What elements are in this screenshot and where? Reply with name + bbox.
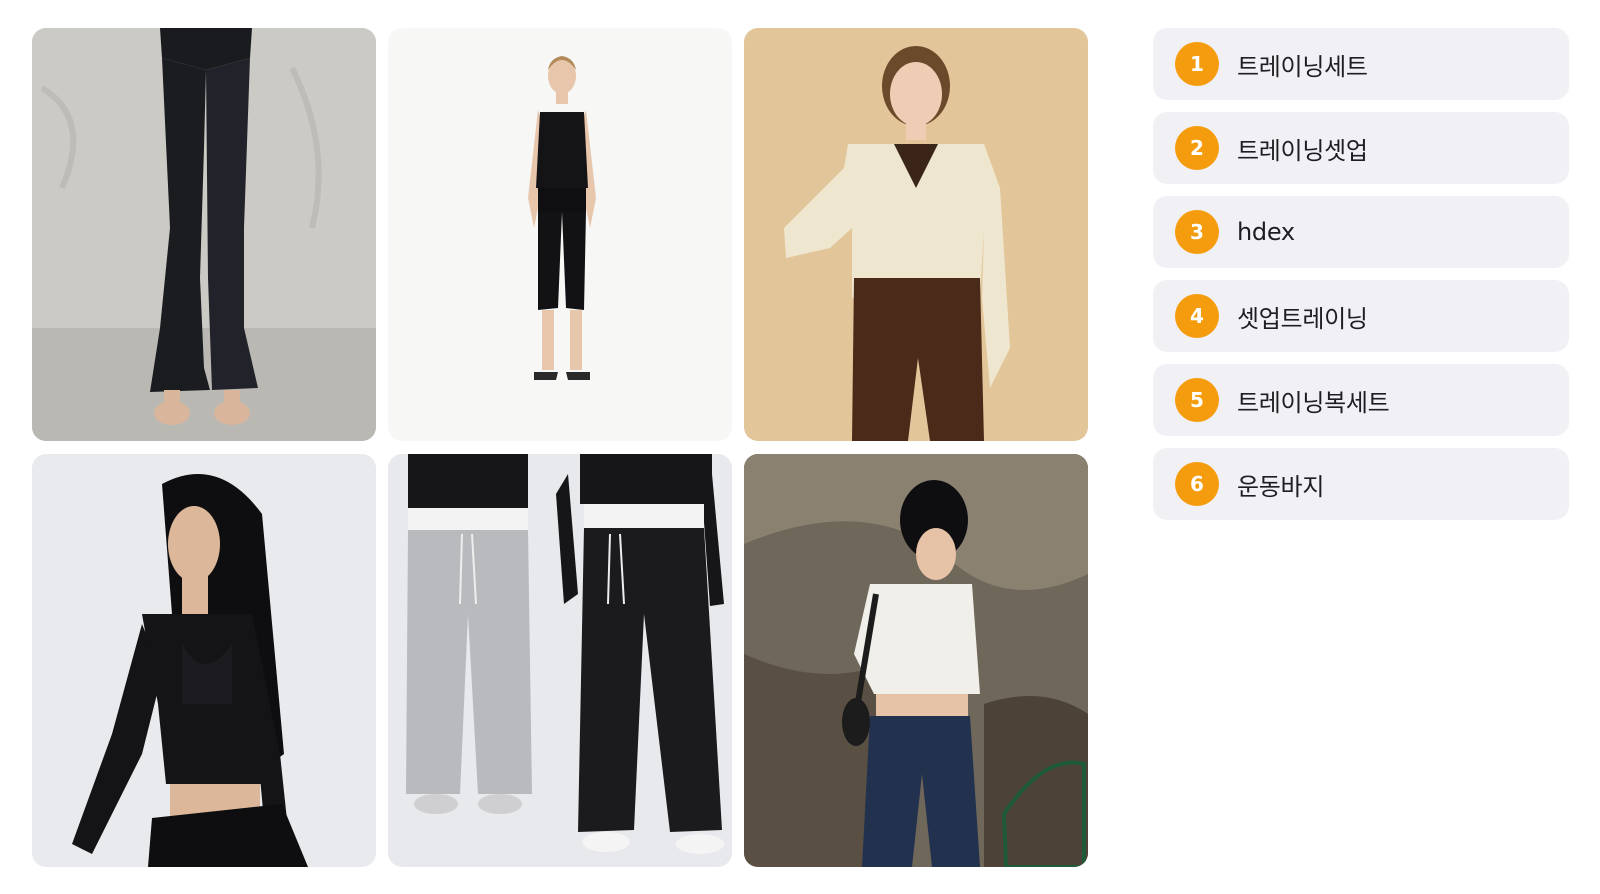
product-image-flare-leggings[interactable] bbox=[32, 28, 376, 441]
product-image-grid bbox=[32, 28, 1096, 867]
keyword-label: 트레이닝복세트 bbox=[1237, 388, 1390, 417]
rank-badge: 4 bbox=[1175, 294, 1219, 338]
sweatpants-photo bbox=[388, 454, 732, 867]
keyword-label: hdex bbox=[1237, 218, 1295, 246]
search-ranking-page: 1 트레이닝세트 2 트레이닝셋업 3 hdex 4 셋업트레이닝 5 트레이닝… bbox=[0, 0, 1600, 894]
keyword-label: 트레이닝셋업 bbox=[1237, 136, 1368, 165]
trending-keyword-list: 1 트레이닝세트 2 트레이닝셋업 3 hdex 4 셋업트레이닝 5 트레이닝… bbox=[1153, 28, 1569, 532]
trending-keyword-item[interactable]: 3 hdex bbox=[1153, 196, 1569, 268]
keyword-label: 트레이닝세트 bbox=[1237, 52, 1368, 81]
cropped-top-photo bbox=[32, 454, 376, 867]
trending-keyword-item[interactable]: 4 셋업트레이닝 bbox=[1153, 280, 1569, 352]
white-top-jeans-photo bbox=[744, 454, 1088, 867]
product-image-knit-top-brown-pants[interactable] bbox=[744, 28, 1088, 441]
product-image-wide-sweatpants[interactable] bbox=[388, 454, 732, 867]
trending-keyword-item[interactable]: 1 트레이닝세트 bbox=[1153, 28, 1569, 100]
rank-badge: 2 bbox=[1175, 126, 1219, 170]
product-image-white-top-jeans[interactable] bbox=[744, 454, 1088, 867]
flare-leggings-photo bbox=[32, 28, 376, 441]
trending-keyword-item[interactable]: 6 운동바지 bbox=[1153, 448, 1569, 520]
keyword-label: 운동바지 bbox=[1237, 472, 1325, 501]
rank-badge: 3 bbox=[1175, 210, 1219, 254]
product-image-black-cropped-top[interactable] bbox=[32, 454, 376, 867]
product-image-tank-capri-set[interactable] bbox=[388, 28, 732, 441]
rank-badge: 5 bbox=[1175, 378, 1219, 422]
rank-badge: 6 bbox=[1175, 462, 1219, 506]
knit-top-photo bbox=[744, 28, 1088, 441]
keyword-label: 셋업트레이닝 bbox=[1237, 304, 1368, 333]
trending-keyword-item[interactable]: 2 트레이닝셋업 bbox=[1153, 112, 1569, 184]
rank-badge: 1 bbox=[1175, 42, 1219, 86]
tank-capri-photo bbox=[388, 28, 732, 441]
trending-keyword-item[interactable]: 5 트레이닝복세트 bbox=[1153, 364, 1569, 436]
